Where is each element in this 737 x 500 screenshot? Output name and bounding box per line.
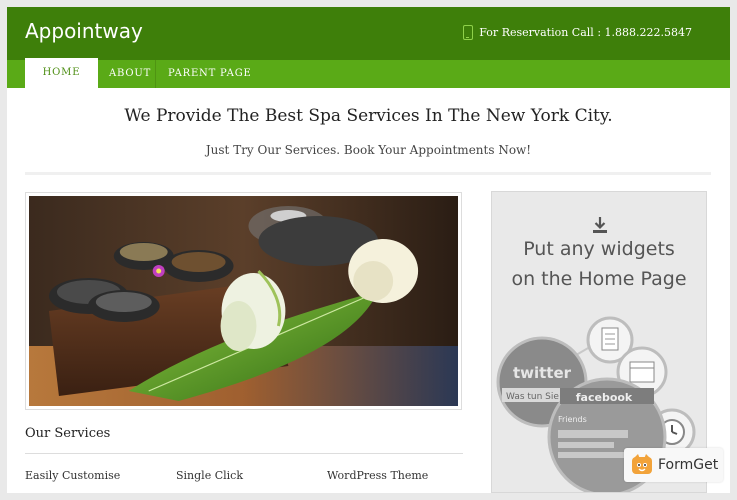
- phone-icon: [463, 25, 474, 40]
- site-header: Appointway For Reservation Call : 1.888.…: [7, 7, 730, 60]
- download-icon: [593, 217, 607, 233]
- twitter-label: twitter: [513, 364, 572, 382]
- services-divider: [25, 453, 463, 454]
- formget-label: FormGet: [658, 457, 719, 473]
- service-item[interactable]: WordPress Theme: [327, 469, 428, 482]
- reservation-text: For Reservation Call : 1.888.222.5847: [479, 26, 692, 39]
- facebook-label: facebook: [576, 391, 633, 404]
- divider: [25, 172, 711, 175]
- nav-item-about[interactable]: ABOUT: [109, 60, 151, 88]
- site-title[interactable]: Appointway: [25, 19, 143, 43]
- service-item[interactable]: Single Click: [176, 469, 243, 482]
- page-frame: Appointway For Reservation Call : 1.888.…: [7, 7, 730, 493]
- service-item[interactable]: Easily Customise: [25, 469, 120, 482]
- twitter-caption: Was tun Sie g: [506, 392, 568, 402]
- page-subheadline: Just Try Our Services. Book Your Appoint…: [205, 143, 532, 157]
- hero-image: [25, 192, 462, 410]
- reservation-info: For Reservation Call : 1.888.222.5847: [463, 25, 692, 40]
- facebook-caption: Friends: [558, 415, 587, 424]
- nav-item-parent-page[interactable]: PARENT PAGE: [168, 60, 252, 88]
- nav-item-home[interactable]: HOME: [25, 58, 98, 88]
- formget-logo-icon: [632, 454, 652, 474]
- page-headline: We Provide The Best Spa Services In The …: [124, 106, 613, 126]
- main-nav: HOME ABOUT PARENT PAGE: [7, 58, 730, 88]
- formget-badge[interactable]: FormGet: [624, 448, 723, 482]
- widget-headline: Put any widgets: [523, 238, 675, 260]
- services-heading: Our Services: [25, 426, 111, 441]
- widget-headline: on the Home Page: [511, 268, 687, 290]
- nav-divider: [155, 60, 156, 88]
- spa-illustration: [29, 196, 458, 406]
